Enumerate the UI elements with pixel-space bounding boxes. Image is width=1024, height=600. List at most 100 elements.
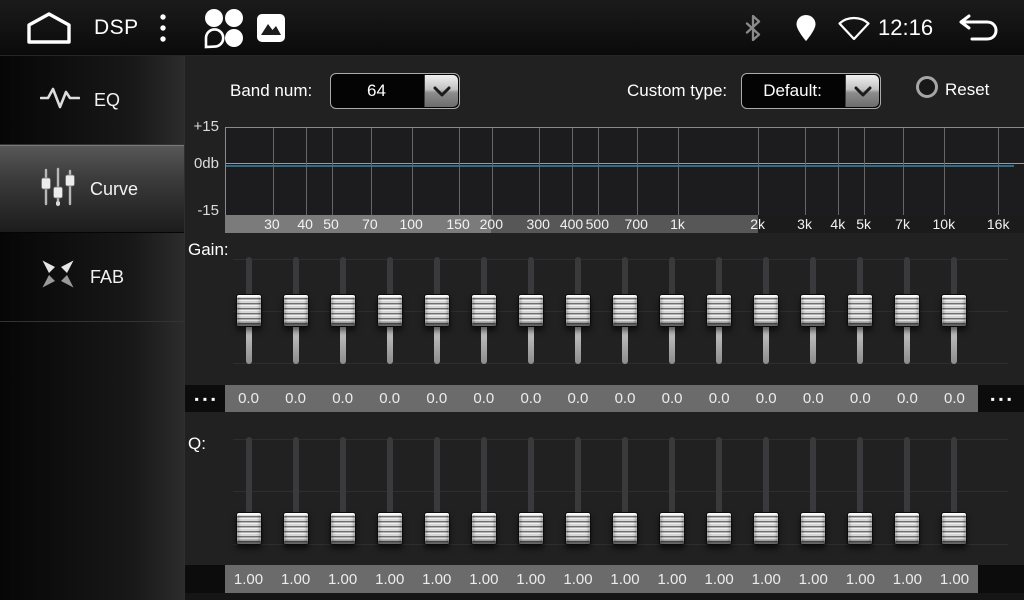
y-tick-label: +15 xyxy=(185,118,219,135)
gain-value: 0.0 xyxy=(837,385,884,412)
band-slider[interactable] xyxy=(413,437,460,545)
band-slider[interactable] xyxy=(884,437,931,545)
menu-kebab-icon[interactable] xyxy=(156,12,170,44)
band-slider[interactable] xyxy=(837,437,884,545)
chevron-down-icon[interactable] xyxy=(424,75,458,107)
slider-thumb[interactable] xyxy=(894,294,920,327)
slider-thumb[interactable] xyxy=(236,512,262,545)
slider-thumb[interactable] xyxy=(565,294,591,327)
band-slider[interactable] xyxy=(743,257,790,364)
band-slider[interactable] xyxy=(743,437,790,545)
apps-clover-icon[interactable] xyxy=(202,6,246,50)
band-slider[interactable] xyxy=(602,257,649,364)
wifi-icon xyxy=(837,15,871,41)
slider-thumb[interactable] xyxy=(800,512,826,545)
slider-thumb[interactable] xyxy=(753,512,779,545)
eq-curve-plot[interactable] xyxy=(225,127,1024,215)
slider-thumb[interactable] xyxy=(706,512,732,545)
slider-thumb[interactable] xyxy=(330,512,356,545)
slider-thumb[interactable] xyxy=(753,294,779,327)
slider-thumb[interactable] xyxy=(377,294,403,327)
band-slider[interactable] xyxy=(507,257,554,364)
slider-thumb[interactable] xyxy=(377,512,403,545)
gridline xyxy=(944,128,945,215)
slider-thumb[interactable] xyxy=(612,294,638,327)
band-slider[interactable] xyxy=(931,437,978,545)
chevron-down-icon[interactable] xyxy=(845,75,879,107)
band-slider[interactable] xyxy=(460,437,507,545)
home-icon[interactable] xyxy=(24,10,74,46)
slider-thumb[interactable] xyxy=(283,512,309,545)
slider-thumb[interactable] xyxy=(330,294,356,327)
band-slider[interactable] xyxy=(790,437,837,545)
x-tick-label: 200 xyxy=(480,215,503,233)
reset-radio-button[interactable] xyxy=(916,76,938,98)
band-slider[interactable] xyxy=(366,257,413,364)
band-slider[interactable] xyxy=(837,257,884,364)
band-slider[interactable] xyxy=(696,257,743,364)
slider-thumb[interactable] xyxy=(941,294,967,327)
band-slider[interactable] xyxy=(649,437,696,545)
x-tick-label: 400 xyxy=(560,215,583,233)
slider-thumb[interactable] xyxy=(612,512,638,545)
band-slider[interactable] xyxy=(602,437,649,545)
band-slider[interactable] xyxy=(366,437,413,545)
eq-response-curve[interactable] xyxy=(226,165,1014,167)
slider-thumb[interactable] xyxy=(471,294,497,327)
band-slider[interactable] xyxy=(884,257,931,364)
sidebar-item-eq[interactable]: EQ xyxy=(0,56,184,145)
band-slider[interactable] xyxy=(319,437,366,545)
slider-thumb[interactable] xyxy=(424,294,450,327)
slider-thumb[interactable] xyxy=(941,512,967,545)
scroll-bands-right-button[interactable]: ▪▪▪ xyxy=(978,385,1024,412)
band-num-select[interactable]: 64 xyxy=(330,73,460,109)
custom-type-select[interactable]: Default: xyxy=(741,73,881,109)
band-slider[interactable] xyxy=(272,257,319,364)
slider-thumb[interactable] xyxy=(236,294,262,327)
slider-thumb[interactable] xyxy=(518,512,544,545)
slider-thumb[interactable] xyxy=(424,512,450,545)
slider-thumb[interactable] xyxy=(565,512,591,545)
band-slider[interactable] xyxy=(225,257,272,364)
slider-thumb[interactable] xyxy=(471,512,497,545)
band-slider[interactable] xyxy=(460,257,507,364)
slider-thumb[interactable] xyxy=(283,294,309,327)
slider-thumb[interactable] xyxy=(847,512,873,545)
bottom-edge xyxy=(185,593,1024,600)
slider-thumb[interactable] xyxy=(659,294,685,327)
sidebar-item-curve[interactable]: Curve xyxy=(0,145,184,233)
band-slider[interactable] xyxy=(507,437,554,545)
gridline xyxy=(371,128,372,215)
slider-thumb[interactable] xyxy=(800,294,826,327)
band-slider[interactable] xyxy=(696,437,743,545)
band-slider[interactable] xyxy=(554,257,601,364)
sidebar-item-fab[interactable]: FAB xyxy=(0,233,184,322)
band-slider[interactable] xyxy=(225,437,272,545)
band-slider[interactable] xyxy=(319,257,366,364)
slider-thumb[interactable] xyxy=(847,294,873,327)
band-slider[interactable] xyxy=(931,257,978,364)
gridline xyxy=(332,128,333,215)
gain-values-strip: 0.00.00.00.00.00.00.00.00.00.00.00.00.00… xyxy=(225,385,978,412)
x-tick-label: 7k xyxy=(895,215,910,233)
scroll-bands-right-button[interactable] xyxy=(978,565,1024,593)
q-value: 1.00 xyxy=(319,565,366,593)
band-slider[interactable] xyxy=(790,257,837,364)
back-icon[interactable] xyxy=(958,13,1000,43)
band-slider[interactable] xyxy=(649,257,696,364)
scroll-bands-left-button[interactable] xyxy=(185,565,225,593)
band-slider[interactable] xyxy=(272,437,319,545)
x-tick-label: 700 xyxy=(625,215,648,233)
slider-thumb[interactable] xyxy=(518,294,544,327)
gain-value: 0.0 xyxy=(319,385,366,412)
slider-thumb[interactable] xyxy=(706,294,732,327)
q-value: 1.00 xyxy=(649,565,696,593)
gallery-icon[interactable] xyxy=(256,13,286,43)
gain-value: 0.0 xyxy=(413,385,460,412)
band-num-label: Band num: xyxy=(230,81,312,101)
band-slider[interactable] xyxy=(413,257,460,364)
slider-thumb[interactable] xyxy=(659,512,685,545)
slider-thumb[interactable] xyxy=(894,512,920,545)
scroll-bands-left-button[interactable]: ▪▪▪ xyxy=(185,385,225,412)
band-slider[interactable] xyxy=(554,437,601,545)
